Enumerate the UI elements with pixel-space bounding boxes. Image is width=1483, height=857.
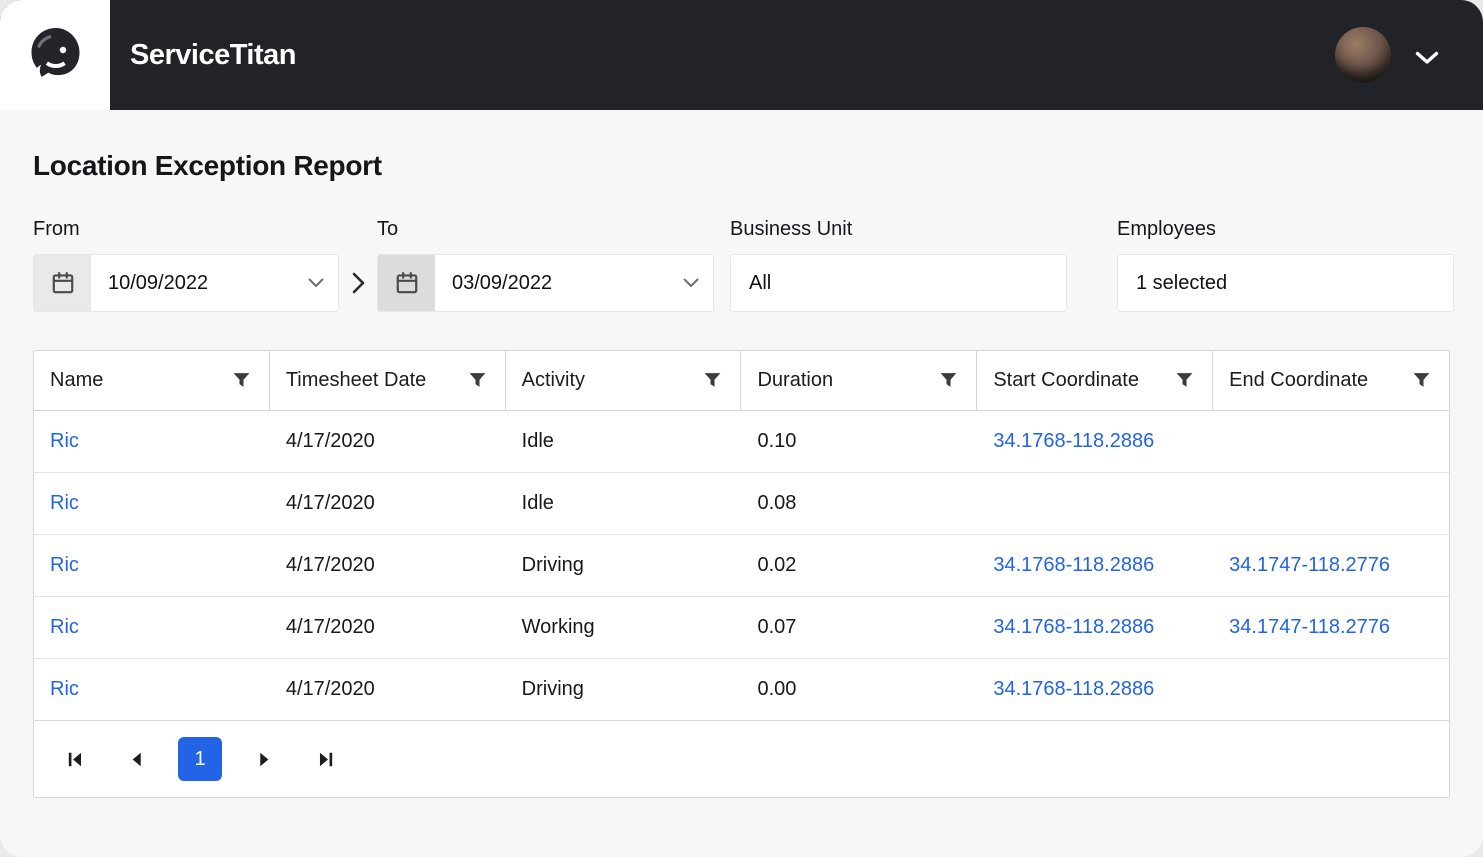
name-cell-link[interactable]: Ric [34,473,270,534]
table-row: Ric 4/17/2020 Idle 0.08 [34,473,1449,535]
column-label: Timesheet Date [285,369,427,391]
end-coordinate-link [1213,411,1449,472]
to-date-picker[interactable]: 03/09/2022 [377,254,714,312]
end-coordinate-link [1213,473,1449,534]
from-date-picker[interactable]: 10/09/2022 [33,254,339,312]
column-header-activity: Activity [506,351,742,410]
column-label: Activity [521,369,585,391]
filter-funnel-icon[interactable] [1408,367,1435,394]
column-header-name: Name [34,351,270,410]
employees-label: Employees [1117,218,1216,240]
business-unit-label: Business Unit [730,218,853,240]
activity-cell: Working [521,616,595,638]
column-header-duration: Duration [741,351,978,410]
chevron-down-icon [683,278,699,287]
chevron-down-icon [308,278,324,287]
table-row: Ric 4/17/2020 Driving 0.00 34.1768-118.2… [34,659,1449,721]
start-coordinate-link[interactable]: 34.1768-118.2886 [977,535,1213,596]
previous-page-button[interactable] [116,739,156,779]
activity-cell: Driving [521,678,584,700]
duration-cell: 0.08 [757,492,797,514]
duration-cell: 0.07 [757,616,797,638]
filter-funnel-icon[interactable] [228,367,255,394]
pagination-bar: 1 [34,720,1449,797]
last-page-button[interactable] [306,739,346,779]
table-header-row: Name Timesheet Date Activity Duration St… [34,351,1449,411]
name-cell-link[interactable]: Ric [34,535,270,596]
to-date-value: 03/09/2022 [452,271,553,294]
duration-cell: 0.10 [757,430,797,452]
column-header-end-coordinate: End Coordinate [1213,351,1449,410]
from-date-value: 10/09/2022 [108,271,209,294]
name-cell-link[interactable]: Ric [34,411,270,472]
timesheet-date-cell: 4/17/2020 [285,678,375,700]
activity-cell: Idle [521,430,554,452]
activity-cell: Driving [521,554,584,576]
activity-cell: Idle [521,492,554,514]
table-body: Ric 4/17/2020 Idle 0.10 34.1768-118.2886… [34,411,1449,721]
calendar-icon [34,255,91,311]
start-coordinate-link[interactable]: 34.1768-118.2886 [977,411,1213,472]
timesheet-date-cell: 4/17/2020 [285,430,375,452]
column-label: End Coordinate [1229,369,1369,391]
from-filter: From 10/09/2022 [33,218,339,312]
start-coordinate-link [977,473,1213,534]
servicetitan-mascot-icon [31,28,80,77]
timesheet-date-cell: 4/17/2020 [285,554,375,576]
end-coordinate-link[interactable]: 34.1747-118.2776 [1213,597,1449,658]
column-label: Duration [757,369,834,391]
employees-value: 1 selected [1136,271,1228,294]
filter-funnel-icon[interactable] [464,367,491,394]
name-cell-link[interactable]: Ric [34,659,270,720]
top-bar: ServiceTitan [0,0,1483,110]
calendar-icon [378,255,435,311]
account-chevron-down-icon[interactable] [1415,51,1439,66]
filter-funnel-icon[interactable] [699,367,726,394]
column-label: Start Coordinate [993,369,1139,391]
filter-bar: From 10/09/2022 To 03/09/2022 Business U… [33,218,1454,312]
main-content: Location Exception Report From 10/09/202… [0,150,1483,798]
table-row: Ric 4/17/2020 Working 0.07 34.1768-118.2… [34,597,1449,659]
business-unit-select[interactable]: All [730,254,1067,312]
app-window: ServiceTitan Location Exception Report F… [0,0,1483,857]
business-unit-value: All [749,271,772,294]
duration-cell: 0.02 [757,554,797,576]
filter-funnel-icon[interactable] [935,367,962,394]
table-row: Ric 4/17/2020 Driving 0.02 34.1768-118.2… [34,535,1449,597]
current-page-button[interactable]: 1 [178,737,222,781]
report-table: Name Timesheet Date Activity Duration St… [33,350,1450,798]
start-coordinate-link[interactable]: 34.1768-118.2886 [977,659,1213,720]
avatar[interactable] [1335,27,1391,83]
column-header-start-coordinate: Start Coordinate [977,351,1214,410]
employees-select[interactable]: 1 selected [1117,254,1454,312]
start-coordinate-link[interactable]: 34.1768-118.2886 [977,597,1213,658]
timesheet-date-cell: 4/17/2020 [285,616,375,638]
to-label: To [377,218,399,240]
business-unit-filter: Business Unit All [730,218,1067,312]
duration-cell: 0.00 [757,678,797,700]
column-header-timesheet-date: Timesheet Date [270,351,506,410]
brand-name: ServiceTitan [130,38,296,71]
from-label: From [33,218,80,240]
filter-funnel-icon[interactable] [1171,367,1198,394]
timesheet-date-cell: 4/17/2020 [285,492,375,514]
name-cell-link[interactable]: Ric [34,597,270,658]
end-coordinate-link [1213,659,1449,720]
servicetitan-logo[interactable] [0,0,110,110]
next-page-button[interactable] [244,739,284,779]
to-filter: To 03/09/2022 [377,218,714,312]
range-chevron-right-icon [339,254,377,312]
column-label: Name [50,369,104,391]
employees-filter: Employees 1 selected [1117,218,1454,312]
end-coordinate-link[interactable]: 34.1747-118.2776 [1213,535,1449,596]
first-page-button[interactable] [54,739,94,779]
table-row: Ric 4/17/2020 Idle 0.10 34.1768-118.2886 [34,411,1449,473]
page-title: Location Exception Report [33,150,382,181]
